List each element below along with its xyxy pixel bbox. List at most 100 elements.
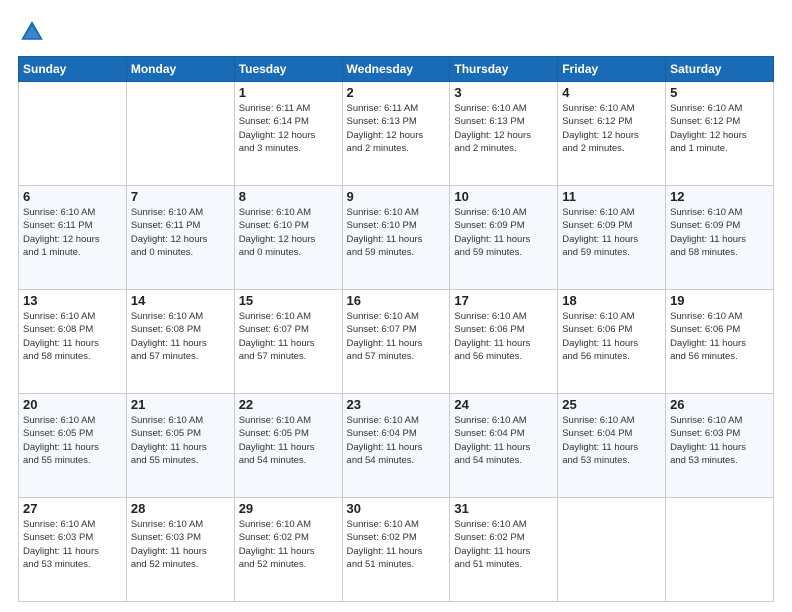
- calendar-cell: 8 Sunrise: 6:10 AM Sunset: 6:10 PM Daylig…: [234, 186, 342, 290]
- day-info: Sunrise: 6:10 AM Sunset: 6:06 PM Dayligh…: [670, 310, 769, 363]
- logo: [18, 18, 50, 46]
- weekday-header: Wednesday: [342, 57, 450, 82]
- calendar-cell: 10 Sunrise: 6:10 AM Sunset: 6:09 PM Dayli…: [450, 186, 558, 290]
- day-number: 3: [454, 85, 553, 100]
- day-number: 1: [239, 85, 338, 100]
- calendar-cell: 23 Sunrise: 6:10 AM Sunset: 6:04 PM Dayli…: [342, 394, 450, 498]
- calendar-cell: 16Sunrise: 6:10 AM Sunset: 6:07 PM Dayli…: [342, 290, 450, 394]
- calendar-cell: 6 Sunrise: 6:10 AM Sunset: 6:11 PM Daylig…: [19, 186, 127, 290]
- day-number: 2: [347, 85, 446, 100]
- calendar-cell: 20 Sunrise: 6:10 AM Sunset: 6:05 PM Dayli…: [19, 394, 127, 498]
- calendar-cell: 3 Sunrise: 6:10 AM Sunset: 6:13 PM Daylig…: [450, 82, 558, 186]
- calendar-cell: 12 Sunrise: 6:10 AM Sunset: 6:09 PM Dayli…: [666, 186, 774, 290]
- day-number: 11: [562, 189, 661, 204]
- calendar-cell: 2Sunrise: 6:11 AM Sunset: 6:13 PM Daylig…: [342, 82, 450, 186]
- day-info: Sunrise: 6:10 AM Sunset: 6:04 PM Dayligh…: [562, 414, 661, 467]
- day-info: Sunrise: 6:10 AM Sunset: 6:05 PM Dayligh…: [131, 414, 230, 467]
- calendar-cell: 1Sunrise: 6:11 AM Sunset: 6:14 PM Daylig…: [234, 82, 342, 186]
- calendar-cell: 24 Sunrise: 6:10 AM Sunset: 6:04 PM Dayli…: [450, 394, 558, 498]
- calendar-cell: 4 Sunrise: 6:10 AM Sunset: 6:12 PM Daylig…: [558, 82, 666, 186]
- calendar-cell: 22 Sunrise: 6:10 AM Sunset: 6:05 PM Dayli…: [234, 394, 342, 498]
- calendar-week-row: 27Sunrise: 6:10 AM Sunset: 6:03 PM Dayli…: [19, 498, 774, 602]
- calendar-cell: 13 Sunrise: 6:10 AM Sunset: 6:08 PM Dayli…: [19, 290, 127, 394]
- calendar-table: SundayMondayTuesdayWednesdayThursdayFrid…: [18, 56, 774, 602]
- day-number: 8: [239, 189, 338, 204]
- day-number: 9: [347, 189, 446, 204]
- calendar-cell: 28 Sunrise: 6:10 AM Sunset: 6:03 PM Dayli…: [126, 498, 234, 602]
- calendar-cell: [126, 82, 234, 186]
- day-info: Sunrise: 6:10 AM Sunset: 6:12 PM Dayligh…: [562, 102, 661, 155]
- day-number: 12: [670, 189, 769, 204]
- calendar-cell: 30 Sunrise: 6:10 AM Sunset: 6:02 PM Dayli…: [342, 498, 450, 602]
- day-info: Sunrise: 6:10 AM Sunset: 6:04 PM Dayligh…: [347, 414, 446, 467]
- logo-icon: [18, 18, 46, 46]
- day-info: Sunrise: 6:10 AM Sunset: 6:10 PM Dayligh…: [239, 206, 338, 259]
- day-number: 16: [347, 293, 446, 308]
- calendar-cell: 7Sunrise: 6:10 AM Sunset: 6:11 PM Daylig…: [126, 186, 234, 290]
- day-info: Sunrise: 6:10 AM Sunset: 6:04 PM Dayligh…: [454, 414, 553, 467]
- day-info: Sunrise: 6:10 AM Sunset: 6:09 PM Dayligh…: [670, 206, 769, 259]
- day-info: Sunrise: 6:10 AM Sunset: 6:05 PM Dayligh…: [239, 414, 338, 467]
- calendar-cell: [558, 498, 666, 602]
- day-info: Sunrise: 6:10 AM Sunset: 6:09 PM Dayligh…: [454, 206, 553, 259]
- calendar-cell: 26 Sunrise: 6:10 AM Sunset: 6:03 PM Dayli…: [666, 394, 774, 498]
- day-info: Sunrise: 6:10 AM Sunset: 6:10 PM Dayligh…: [347, 206, 446, 259]
- day-number: 23: [347, 397, 446, 412]
- day-number: 29: [239, 501, 338, 516]
- day-number: 15: [239, 293, 338, 308]
- day-info: Sunrise: 6:10 AM Sunset: 6:02 PM Dayligh…: [239, 518, 338, 571]
- weekday-header: Friday: [558, 57, 666, 82]
- calendar-cell: [19, 82, 127, 186]
- day-number: 18: [562, 293, 661, 308]
- calendar-cell: 21 Sunrise: 6:10 AM Sunset: 6:05 PM Dayli…: [126, 394, 234, 498]
- day-number: 20: [23, 397, 122, 412]
- day-number: 13: [23, 293, 122, 308]
- calendar-cell: 15Sunrise: 6:10 AM Sunset: 6:07 PM Dayli…: [234, 290, 342, 394]
- header: [18, 18, 774, 46]
- day-info: Sunrise: 6:10 AM Sunset: 6:09 PM Dayligh…: [562, 206, 661, 259]
- day-info: Sunrise: 6:10 AM Sunset: 6:03 PM Dayligh…: [670, 414, 769, 467]
- calendar-cell: 14 Sunrise: 6:10 AM Sunset: 6:08 PM Dayli…: [126, 290, 234, 394]
- day-number: 19: [670, 293, 769, 308]
- day-info: Sunrise: 6:10 AM Sunset: 6:11 PM Dayligh…: [23, 206, 122, 259]
- calendar-cell: 25Sunrise: 6:10 AM Sunset: 6:04 PM Dayli…: [558, 394, 666, 498]
- calendar-cell: 18 Sunrise: 6:10 AM Sunset: 6:06 PM Dayli…: [558, 290, 666, 394]
- calendar-cell: 31Sunrise: 6:10 AM Sunset: 6:02 PM Dayli…: [450, 498, 558, 602]
- day-number: 5: [670, 85, 769, 100]
- day-number: 30: [347, 501, 446, 516]
- weekday-header: Saturday: [666, 57, 774, 82]
- day-info: Sunrise: 6:10 AM Sunset: 6:06 PM Dayligh…: [454, 310, 553, 363]
- day-info: Sunrise: 6:10 AM Sunset: 6:13 PM Dayligh…: [454, 102, 553, 155]
- day-info: Sunrise: 6:10 AM Sunset: 6:02 PM Dayligh…: [347, 518, 446, 571]
- weekday-header: Sunday: [19, 57, 127, 82]
- page: SundayMondayTuesdayWednesdayThursdayFrid…: [0, 0, 792, 612]
- calendar-cell: 17Sunrise: 6:10 AM Sunset: 6:06 PM Dayli…: [450, 290, 558, 394]
- day-number: 14: [131, 293, 230, 308]
- day-number: 24: [454, 397, 553, 412]
- day-number: 21: [131, 397, 230, 412]
- day-info: Sunrise: 6:10 AM Sunset: 6:08 PM Dayligh…: [131, 310, 230, 363]
- day-info: Sunrise: 6:10 AM Sunset: 6:03 PM Dayligh…: [131, 518, 230, 571]
- calendar-cell: 5 Sunrise: 6:10 AM Sunset: 6:12 PM Daylig…: [666, 82, 774, 186]
- calendar-week-row: 6 Sunrise: 6:10 AM Sunset: 6:11 PM Daylig…: [19, 186, 774, 290]
- day-number: 10: [454, 189, 553, 204]
- day-info: Sunrise: 6:10 AM Sunset: 6:06 PM Dayligh…: [562, 310, 661, 363]
- day-number: 22: [239, 397, 338, 412]
- calendar-cell: 29 Sunrise: 6:10 AM Sunset: 6:02 PM Dayli…: [234, 498, 342, 602]
- calendar-week-row: 13 Sunrise: 6:10 AM Sunset: 6:08 PM Dayli…: [19, 290, 774, 394]
- calendar-week-row: 20 Sunrise: 6:10 AM Sunset: 6:05 PM Dayli…: [19, 394, 774, 498]
- calendar-header-row: SundayMondayTuesdayWednesdayThursdayFrid…: [19, 57, 774, 82]
- calendar-cell: 19 Sunrise: 6:10 AM Sunset: 6:06 PM Dayli…: [666, 290, 774, 394]
- day-number: 26: [670, 397, 769, 412]
- day-info: Sunrise: 6:10 AM Sunset: 6:05 PM Dayligh…: [23, 414, 122, 467]
- calendar-cell: 9 Sunrise: 6:10 AM Sunset: 6:10 PM Daylig…: [342, 186, 450, 290]
- day-number: 4: [562, 85, 661, 100]
- day-info: Sunrise: 6:10 AM Sunset: 6:08 PM Dayligh…: [23, 310, 122, 363]
- calendar-cell: [666, 498, 774, 602]
- day-info: Sunrise: 6:10 AM Sunset: 6:12 PM Dayligh…: [670, 102, 769, 155]
- day-number: 6: [23, 189, 122, 204]
- day-info: Sunrise: 6:10 AM Sunset: 6:11 PM Dayligh…: [131, 206, 230, 259]
- day-number: 28: [131, 501, 230, 516]
- weekday-header: Tuesday: [234, 57, 342, 82]
- day-info: Sunrise: 6:10 AM Sunset: 6:03 PM Dayligh…: [23, 518, 122, 571]
